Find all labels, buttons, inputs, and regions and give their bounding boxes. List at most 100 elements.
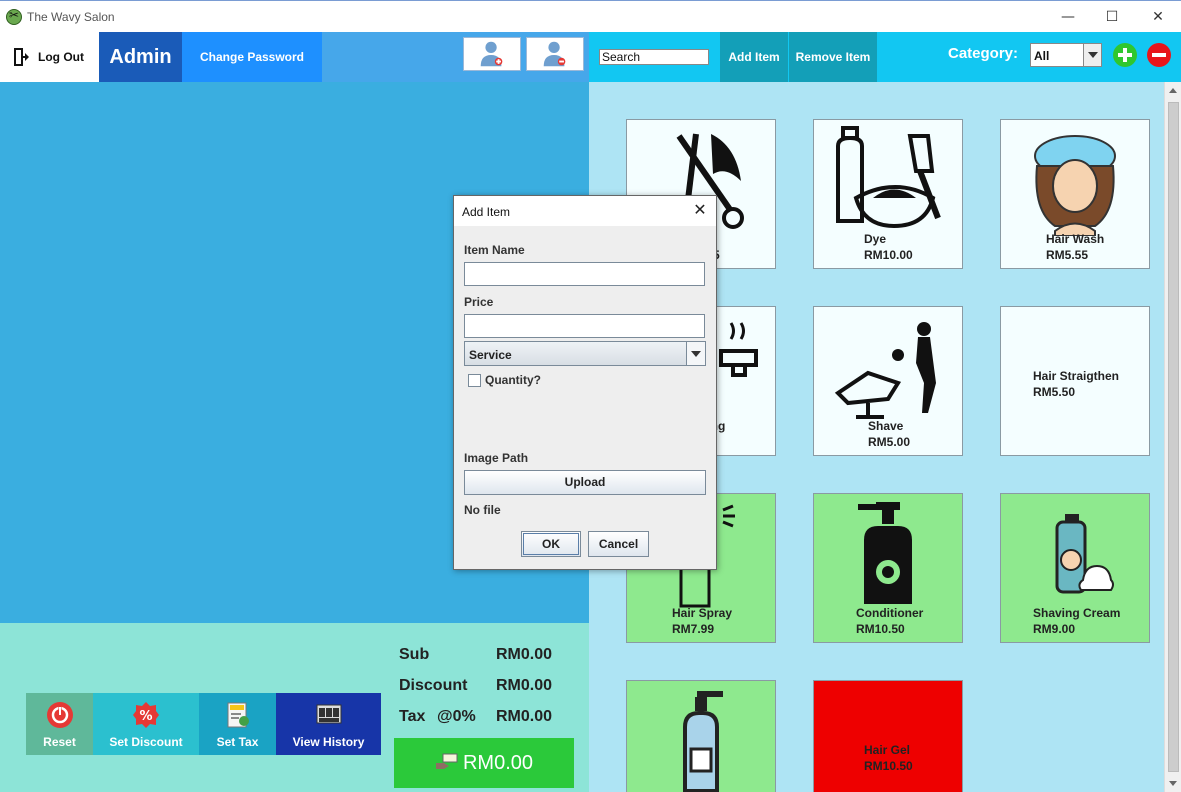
item-name: Hair Gel: [864, 743, 911, 757]
item-price: RM5.55: [1046, 248, 1089, 262]
category-value: All: [1034, 49, 1050, 63]
history-counter-icon: [316, 704, 341, 724]
scroll-up-icon[interactable]: [1165, 82, 1181, 99]
close-window-button[interactable]: ✕: [1148, 7, 1168, 27]
add-item-button[interactable]: Add Item: [720, 32, 788, 82]
subtotal-label: Sub: [399, 646, 430, 663]
reset-button[interactable]: Reset: [26, 693, 93, 755]
app-logo-icon: [6, 8, 22, 25]
item-card-shave[interactable]: Shave RM5.00: [813, 306, 963, 456]
tax-rate: @0%: [437, 708, 476, 725]
item-price: RM10.00: [864, 248, 913, 262]
item-card-hair-straighten[interactable]: Hair Straigthen RM5.50: [1000, 306, 1150, 456]
item-card-shaving-cream[interactable]: Shaving Cream RM9.00: [1000, 493, 1150, 643]
dialog-title: Add Item: [462, 205, 511, 219]
quantity-label: Quantity?: [485, 373, 541, 387]
remove-item-button[interactable]: Remove Item: [789, 32, 877, 82]
dialog-title-bar: Add Item ✕: [454, 196, 716, 226]
barber-chair-icon: [834, 322, 936, 419]
add-item-dialog: Add Item ✕ Item Name Price Service Quant…: [453, 195, 717, 570]
remove-user-button[interactable]: [526, 37, 584, 71]
window-title: The Wavy Salon: [27, 10, 115, 24]
item-name: Hair Straigthen: [1033, 369, 1120, 383]
set-discount-button[interactable]: % Set Discount: [93, 693, 199, 755]
shaving-cream-icon: [1055, 514, 1114, 594]
discount-label: Discount: [399, 677, 468, 694]
item-price: RM5.00: [868, 435, 911, 449]
item-card-hair-gel[interactable]: Hair Gel RM10.50: [813, 680, 963, 792]
item-type-select[interactable]: Service: [464, 341, 706, 366]
chevron-down-icon: [686, 342, 705, 365]
item-toolbar: Search Add Item Remove Item Category: Al…: [589, 32, 1181, 82]
item-card-conditioner[interactable]: Conditioner RM10.50: [813, 493, 963, 643]
view-history-button[interactable]: View History: [276, 693, 381, 755]
item-name: Shaving Cream: [1033, 606, 1121, 620]
title-bar: The Wavy Salon — ☐ ✕: [0, 0, 1181, 32]
item-card-hair-wash[interactable]: Hair Wash RM5.55: [1000, 119, 1150, 269]
svg-text:%: %: [139, 709, 152, 724]
dye-bottle-brush-icon: [836, 126, 941, 229]
lotion-bottle-icon: [683, 691, 723, 792]
item-price: RM10.50: [864, 759, 913, 773]
change-password-button[interactable]: Change Password: [182, 32, 322, 82]
discount-value: RM0.00: [496, 677, 553, 694]
item-name: Dye: [864, 232, 887, 246]
logout-button[interactable]: Log Out: [0, 32, 99, 82]
ok-button[interactable]: OK: [521, 531, 581, 557]
payment-hand-icon: [435, 753, 458, 769]
scroll-thumb[interactable]: [1168, 102, 1179, 772]
item-name: Hair Spray: [672, 606, 733, 620]
tax-value: RM0.00: [496, 708, 553, 725]
item-name: Hair Wash: [1046, 232, 1105, 246]
item-type-value: Service: [469, 348, 512, 362]
reset-power-icon: [46, 702, 73, 728]
quantity-checkbox[interactable]: [468, 374, 481, 387]
category-label: Category:: [948, 45, 1019, 62]
set-discount-label: Set Discount: [109, 735, 183, 749]
total-value: RM0.00: [462, 752, 534, 774]
tax-document-icon: [227, 702, 249, 728]
pump-bottle-icon: [858, 502, 912, 604]
cancel-button[interactable]: Cancel: [588, 531, 649, 557]
add-user-button[interactable]: [463, 37, 521, 71]
hair-wash-icon: [1034, 135, 1116, 236]
upload-button[interactable]: Upload: [464, 470, 706, 495]
file-status: No file: [464, 503, 501, 517]
item-name: Shave: [868, 419, 904, 433]
reset-label: Reset: [43, 735, 76, 749]
price-field[interactable]: [464, 314, 705, 338]
item-card-dye[interactable]: Dye RM10.00: [813, 119, 963, 269]
top-toolbar: Log Out Admin Change Password Search Add…: [0, 32, 1181, 82]
remove-category-button[interactable]: [1147, 43, 1171, 67]
item-price: RM9.00: [1033, 622, 1076, 636]
minimize-button[interactable]: —: [1058, 7, 1078, 27]
add-user-icon: [480, 41, 503, 67]
view-history-label: View History: [292, 735, 365, 749]
price-label: Price: [464, 295, 494, 309]
item-name: Conditioner: [856, 606, 924, 620]
close-icon[interactable]: ✕: [692, 202, 708, 218]
item-price: RM7.99: [672, 622, 715, 636]
logout-label: Log Out: [38, 50, 84, 64]
pay-button[interactable]: RM0.00: [394, 738, 574, 788]
logout-door-icon: [14, 48, 29, 66]
discount-badge-icon: %: [133, 702, 159, 728]
item-scrollbar[interactable]: [1164, 82, 1181, 792]
item-name-label: Item Name: [464, 243, 525, 257]
category-select[interactable]: All: [1030, 43, 1102, 67]
subtotal-value: RM0.00: [496, 646, 553, 663]
item-name-field[interactable]: [464, 262, 705, 286]
remove-user-icon: [543, 41, 566, 67]
admin-label: Admin: [99, 32, 182, 82]
image-path-label: Image Path: [464, 451, 529, 465]
item-card-lotion[interactable]: [626, 680, 776, 792]
tax-label: Tax: [399, 708, 426, 725]
maximize-button[interactable]: ☐: [1102, 7, 1122, 27]
item-price: RM10.50: [856, 622, 905, 636]
add-category-button[interactable]: [1113, 43, 1137, 67]
scroll-down-icon[interactable]: [1165, 775, 1181, 792]
search-input[interactable]: Search: [599, 49, 709, 65]
chevron-down-icon: [1083, 44, 1101, 66]
item-price: RM5.50: [1033, 385, 1076, 399]
set-tax-button[interactable]: Set Tax: [199, 693, 276, 755]
